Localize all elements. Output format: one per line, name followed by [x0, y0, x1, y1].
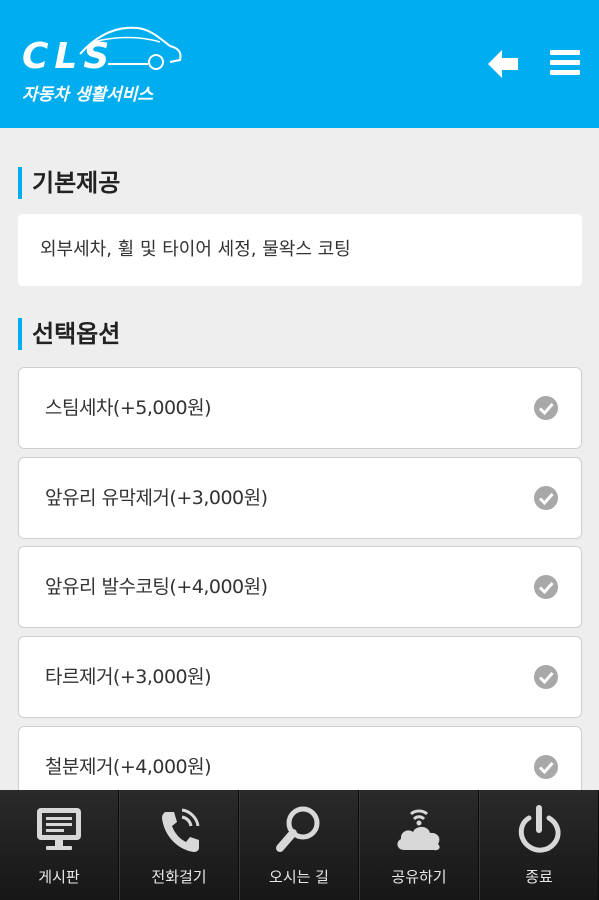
logo-text: CLS — [22, 36, 116, 77]
cloud-share-icon — [397, 809, 440, 851]
monitor-icon — [37, 808, 81, 850]
option-label: 타르제거(+3,000원) — [45, 666, 212, 688]
option-item-tar-removal[interactable]: 타르제거(+3,000원) — [18, 636, 582, 718]
nav-item-directions[interactable]: 오시는 길 — [239, 790, 359, 900]
option-item-steam-wash[interactable]: 스팀세차(+5,000원) — [18, 367, 582, 449]
nav-item-exit[interactable]: 종료 — [479, 790, 599, 900]
options-section-title: 선택옵션 — [18, 318, 120, 350]
nav-label: 전화걸기 — [151, 868, 207, 886]
nav-item-share[interactable]: 공유하기 — [359, 790, 479, 900]
check-circle-icon — [534, 665, 558, 689]
power-icon — [518, 805, 561, 853]
cls-logo[interactable]: CLS 자동차 생활서비스 — [20, 22, 185, 107]
nav-label: 게시판 — [38, 868, 80, 886]
back-button[interactable] — [484, 44, 524, 84]
option-item-oil-film-removal[interactable]: 앞유리 유막제거(+3,000원) — [18, 457, 582, 539]
menu-button[interactable] — [546, 44, 586, 84]
check-circle-icon — [534, 575, 558, 599]
nav-label: 공유하기 — [391, 868, 447, 886]
nav-item-call[interactable]: 전화걸기 — [119, 790, 239, 900]
nav-label: 종료 — [525, 868, 553, 886]
option-label: 앞유리 유막제거(+3,000원) — [45, 487, 268, 509]
basic-section-title: 기본제공 — [18, 167, 120, 199]
arrow-left-icon — [488, 50, 518, 78]
phone-icon — [162, 808, 200, 852]
nav-label: 오시는 길 — [269, 868, 329, 886]
basic-content: 외부세차, 휠 및 타이어 세정, 물왁스 코팅 — [18, 214, 582, 286]
logo-subtitle: 자동차 생활서비스 — [22, 85, 154, 105]
nav-item-board[interactable]: 게시판 — [0, 790, 119, 900]
magnifier-icon — [276, 806, 320, 852]
check-circle-icon — [534, 755, 558, 779]
bottom-nav: 게시판 전화걸기 오시는 길 공유하기 종료 — [0, 790, 599, 900]
app-header: CLS 자동차 생활서비스 — [0, 0, 599, 128]
hamburger-menu-icon — [550, 50, 580, 75]
option-label: 앞유리 발수코팅(+4,000원) — [45, 576, 268, 598]
option-item-water-repellent-coating[interactable]: 앞유리 발수코팅(+4,000원) — [18, 546, 582, 628]
option-label: 스팀세차(+5,000원) — [45, 397, 212, 419]
check-circle-icon — [534, 486, 558, 510]
check-circle-icon — [534, 396, 558, 420]
